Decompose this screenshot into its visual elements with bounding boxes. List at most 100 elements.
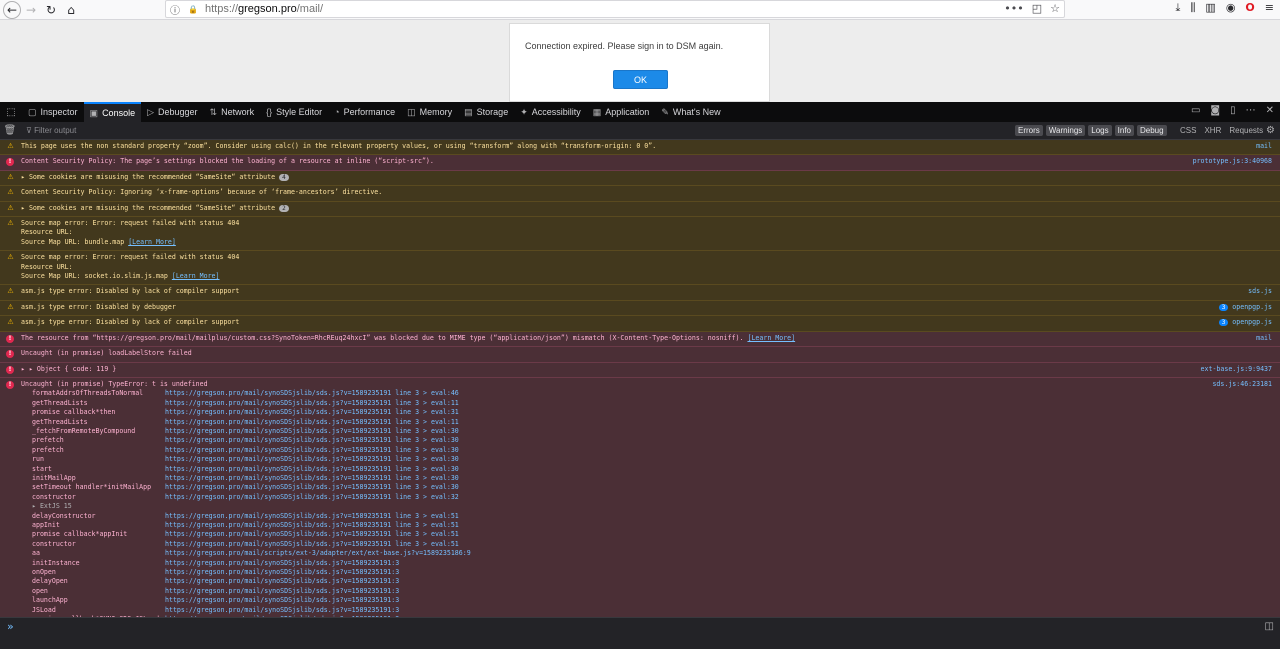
- dock-options-icon[interactable]: ▯: [1230, 105, 1236, 116]
- warning-icon: ⚠: [7, 172, 14, 181]
- frame-url-link[interactable]: https://gregson.pro/mail/synoSDSjslib/sd…: [165, 483, 459, 491]
- url-text[interactable]: https://gregson.pro/mail/: [205, 3, 323, 15]
- tab-network[interactable]: ⇅ Network: [204, 102, 261, 122]
- back-button[interactable]: ←: [3, 0, 21, 19]
- console-message: ⚠ asm.js type error: Disabled by lack of …: [0, 316, 1280, 332]
- frame-url-link[interactable]: https://gregson.pro/mail/scripts/ext-3/a…: [165, 549, 471, 557]
- source-file[interactable]: openpgp.js: [1232, 318, 1272, 326]
- tab-style-editor[interactable]: {} Style Editor: [260, 102, 328, 122]
- frame-url-link[interactable]: https://gregson.pro/mail/synoSDSjslib/sd…: [165, 436, 459, 444]
- page-actions-icon[interactable]: •••: [1004, 2, 1023, 15]
- message-source-link[interactable]: 3 openpgp.js: [1218, 303, 1272, 312]
- downloads-icon[interactable]: ⤓: [1175, 1, 1180, 15]
- responsive-design-icon[interactable]: ▭: [1191, 105, 1200, 116]
- frame-url-link[interactable]: https://gregson.pro/mail/synoSDSjslib/sd…: [165, 521, 459, 529]
- frame-url-link[interactable]: https://gregson.pro/mail/synoSDSjslib/sd…: [165, 559, 399, 567]
- account-icon[interactable]: ◉: [1226, 1, 1236, 15]
- frame-url-link[interactable]: https://gregson.pro/mail/synoSDSjslib/sd…: [165, 465, 459, 473]
- filter-xhr[interactable]: XHR: [1204, 126, 1221, 135]
- source-file[interactable]: ext-base.js:9:9437: [1201, 365, 1272, 373]
- message-source-link[interactable]: mail: [1256, 334, 1272, 343]
- screenshot-icon[interactable]: ◙: [1210, 105, 1220, 116]
- frame-url-link[interactable]: https://gregson.pro/mail/synoSDSjslib/sd…: [165, 587, 399, 595]
- ok-button[interactable]: OK: [613, 70, 668, 89]
- home-button[interactable]: ⌂: [61, 1, 81, 19]
- frame-url-link[interactable]: https://gregson.pro/mail/synoSDSjslib/sd…: [165, 408, 459, 416]
- tab-accessibility[interactable]: ✦ Accessibility: [514, 102, 587, 122]
- forward-button[interactable]: →: [21, 1, 41, 19]
- message-source-link[interactable]: prototype.js:3:40968: [1193, 157, 1272, 166]
- source-file[interactable]: sds.js: [1248, 287, 1272, 295]
- tab-application[interactable]: ▦ Application: [587, 102, 656, 122]
- learn-more-link[interactable]: [Learn More]: [747, 334, 795, 342]
- stack-frame: initInstance https://gregson.pro/mail/syn…: [21, 559, 1080, 568]
- filter-info[interactable]: Info: [1114, 125, 1134, 136]
- sidebar-icon[interactable]: ▥: [1205, 1, 1215, 15]
- message-source-link[interactable]: mail: [1256, 142, 1272, 151]
- error-icon: !: [6, 350, 14, 359]
- site-info-icon[interactable]: ⓘ: [166, 2, 184, 17]
- tab-storage[interactable]: ▤ Storage: [458, 102, 514, 122]
- frame-url-link[interactable]: https://gregson.pro/mail/synoSDSjslib/sd…: [165, 474, 459, 482]
- frame-url-link[interactable]: https://gregson.pro/mail/synoSDSjslib/sd…: [165, 446, 459, 454]
- message-source-link[interactable]: ext-base.js:9:9437: [1201, 365, 1272, 374]
- pocket-icon[interactable]: ◰: [1032, 2, 1042, 15]
- more-options-icon[interactable]: ⋯: [1246, 105, 1256, 116]
- console-filter-bar: 🗑 ⊽ Filter output Errors Warnings Logs Info…: [0, 122, 1280, 140]
- tab-performance[interactable]: ◔ Performance: [328, 102, 401, 122]
- filter-warnings[interactable]: Warnings: [1045, 125, 1086, 136]
- source-file[interactable]: mail: [1256, 142, 1272, 150]
- frame-url-link[interactable]: https://gregson.pro/mail/synoSDSjslib/sd…: [165, 568, 399, 576]
- menu-icon[interactable]: ≡: [1265, 1, 1274, 15]
- element-picker-icon[interactable]: ⬚: [0, 107, 22, 118]
- frame-url-link[interactable]: https://gregson.pro/mail/synoSDSjslib/sd…: [165, 427, 459, 435]
- close-devtools-icon[interactable]: ✕: [1266, 105, 1274, 116]
- tab-label: Performance: [343, 107, 396, 117]
- message-source-link[interactable]: sds.js: [1248, 287, 1272, 296]
- bookmark-star-icon[interactable]: ☆: [1050, 2, 1060, 15]
- frame-function: constructor: [32, 539, 76, 548]
- frame-url-link[interactable]: https://gregson.pro/mail/synoSDSjslib/sd…: [165, 455, 459, 463]
- filter-css[interactable]: CSS: [1180, 126, 1196, 135]
- opera-extension-icon[interactable]: O: [1245, 1, 1254, 15]
- filter-requests[interactable]: Requests: [1229, 126, 1263, 135]
- filter-debug[interactable]: Debug: [1136, 125, 1167, 136]
- tab-console[interactable]: ▣ Console: [83, 102, 142, 122]
- frame-url-link[interactable]: https://gregson.pro/mail/synoSDSjslib/sd…: [165, 606, 399, 614]
- filter-output-input[interactable]: ⊽ Filter output: [26, 126, 326, 135]
- message-source-link[interactable]: sds.js:46:23181: [1212, 380, 1272, 389]
- frame-url-link[interactable]: https://gregson.pro/mail/synoSDSjslib/sd…: [165, 389, 459, 397]
- frame-url-link[interactable]: https://gregson.pro/mail/synoSDSjslib/sd…: [165, 530, 459, 538]
- console-settings-gear-icon[interactable]: ⚙: [1266, 125, 1275, 136]
- frame-url-link[interactable]: https://gregson.pro/mail/synoSDSjslib/sd…: [165, 577, 399, 585]
- source-file[interactable]: prototype.js:3:40968: [1193, 157, 1272, 165]
- filter-errors[interactable]: Errors: [1015, 125, 1043, 136]
- frame-function[interactable]: ▸ ExtJS 15: [32, 502, 165, 511]
- source-file[interactable]: openpgp.js: [1232, 303, 1272, 311]
- frame-url-link[interactable]: https://gregson.pro/mail/synoSDSjslib/sd…: [165, 540, 459, 548]
- tab-debugger[interactable]: ▷ Debugger: [141, 102, 203, 122]
- error-icon: !: [6, 158, 14, 167]
- lock-icon[interactable]: 🔒: [184, 5, 202, 14]
- tab-memory[interactable]: ◫ Memory: [401, 102, 458, 122]
- frame-url-link[interactable]: https://gregson.pro/mail/synoSDSjslib/sd…: [165, 418, 459, 426]
- library-icon[interactable]: ⫼: [1190, 1, 1195, 15]
- console-input[interactable]: » ◫: [0, 617, 1280, 649]
- source-file[interactable]: mail: [1256, 334, 1272, 342]
- frame-url-link[interactable]: https://gregson.pro/mail/synoSDSjslib/sd…: [165, 399, 459, 407]
- frame-url-link[interactable]: https://gregson.pro/mail/synoSDSjslib/sd…: [165, 596, 399, 604]
- clear-console-icon[interactable]: 🗑: [0, 125, 20, 136]
- tab-inspector[interactable]: ▢ Inspector: [22, 102, 84, 122]
- message-text: ▸ Some cookies are misusing the recommen…: [21, 203, 276, 212]
- frame-url-link[interactable]: https://gregson.pro/mail/synoSDSjslib/sd…: [165, 512, 459, 520]
- learn-more-link[interactable]: [Learn More]: [128, 238, 176, 246]
- filter-logs[interactable]: Logs: [1088, 125, 1112, 136]
- split-console-icon[interactable]: ◫: [1265, 621, 1274, 632]
- tab-what-s-new[interactable]: ✎ What's New: [655, 102, 726, 122]
- trace-header: Uncaught (in promise) TypeError: t is un…: [21, 379, 208, 388]
- message-source-link[interactable]: 3 openpgp.js: [1218, 318, 1272, 327]
- url-bar[interactable]: ⓘ 🔒 https://gregson.pro/mail/ ••• ◰ ☆: [165, 0, 1065, 18]
- learn-more-link[interactable]: [Learn More]: [172, 272, 220, 280]
- reload-button[interactable]: ↻: [41, 1, 61, 19]
- frame-url-link[interactable]: https://gregson.pro/mail/synoSDSjslib/sd…: [165, 493, 459, 501]
